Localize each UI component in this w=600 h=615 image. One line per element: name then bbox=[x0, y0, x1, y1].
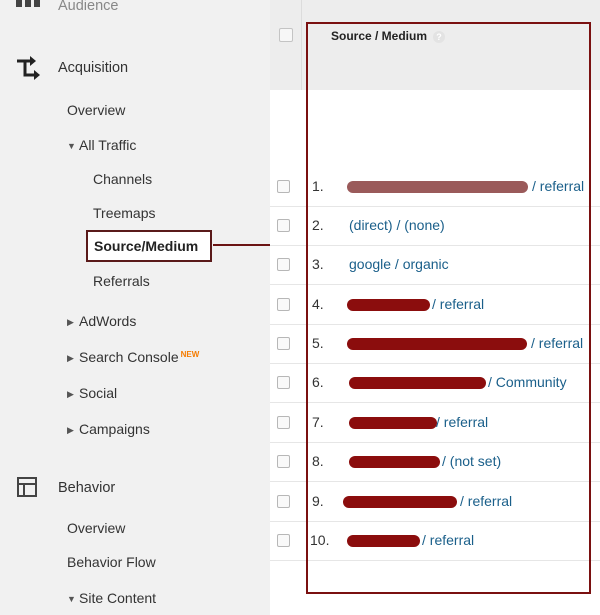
select-all-checkbox[interactable] bbox=[279, 28, 293, 42]
table-row: 1. / referral bbox=[270, 168, 600, 207]
sidebar-item-label: Social bbox=[79, 385, 118, 401]
caret-down-icon: ▼ bbox=[67, 594, 76, 605]
sidebar-item-label: Search Console bbox=[79, 349, 179, 365]
source-medium-link[interactable]: / referral bbox=[460, 493, 512, 509]
row-number: 9. bbox=[312, 493, 324, 509]
source-medium-link[interactable]: / referral bbox=[436, 414, 488, 430]
row-checkbox[interactable] bbox=[277, 416, 290, 429]
caret-right-icon: ▶ bbox=[67, 425, 74, 436]
redaction-mark bbox=[349, 456, 440, 468]
row-checkbox[interactable] bbox=[277, 258, 290, 271]
sidebar-item-channels[interactable]: Channels bbox=[93, 169, 152, 189]
source-medium-link[interactable]: / referral bbox=[531, 335, 583, 351]
redaction-mark bbox=[349, 417, 437, 429]
table-row: 2. (direct) / (none) bbox=[270, 207, 600, 246]
row-checkbox[interactable] bbox=[277, 298, 290, 311]
redaction-mark bbox=[347, 535, 420, 547]
report-table: Source / Medium? 1. / referral 2. (direc… bbox=[270, 0, 600, 615]
sidebar-item-label: Source/Medium bbox=[94, 238, 199, 254]
sidebar-item-source-medium[interactable]: Source/Medium bbox=[86, 230, 212, 262]
row-checkbox[interactable] bbox=[277, 180, 290, 193]
table-row: 10. / referral bbox=[270, 522, 600, 561]
sidebar-item-behavior-overview[interactable]: Overview bbox=[67, 518, 125, 538]
row-divider bbox=[270, 284, 600, 285]
redaction-mark bbox=[349, 377, 486, 389]
row-divider bbox=[270, 481, 600, 482]
table-row: 3. google / organic bbox=[270, 246, 600, 285]
row-number: 10. bbox=[310, 532, 330, 548]
source-medium-link[interactable]: / referral bbox=[432, 296, 484, 312]
sidebar-item-behavior-flow[interactable]: Behavior Flow bbox=[67, 552, 156, 572]
sidebar-item-adwords[interactable]: ▶ AdWords bbox=[67, 311, 136, 332]
row-checkbox[interactable] bbox=[277, 376, 290, 389]
sidebar-item-label: AdWords bbox=[79, 313, 137, 329]
audience-icon bbox=[16, 0, 40, 7]
sidebar-section-label: Audience bbox=[58, 0, 119, 14]
column-header-source-medium[interactable]: Source / Medium? bbox=[331, 29, 446, 43]
sidebar-item-search-console[interactable]: ▶ Search Console NEW bbox=[67, 347, 199, 368]
acquisition-icon bbox=[17, 56, 40, 80]
source-medium-link[interactable]: / (not set) bbox=[442, 453, 501, 469]
row-checkbox[interactable] bbox=[277, 534, 290, 547]
row-number: 6. bbox=[312, 374, 324, 390]
sidebar-item-site-content[interactable]: ▼ Site Content bbox=[67, 588, 156, 609]
row-divider bbox=[270, 560, 600, 561]
source-medium-link[interactable]: / referral bbox=[422, 532, 474, 548]
row-number: 5. bbox=[312, 335, 324, 351]
sidebar-item-all-traffic[interactable]: ▼ All Traffic bbox=[67, 135, 136, 156]
table-row: 5. / referral bbox=[270, 325, 600, 364]
source-medium-link[interactable]: / referral bbox=[532, 178, 584, 194]
row-number: 4. bbox=[312, 296, 324, 312]
row-number: 7. bbox=[312, 414, 324, 430]
sidebar-item-campaigns[interactable]: ▶ Campaigns bbox=[67, 419, 150, 440]
redaction-mark bbox=[347, 299, 430, 311]
help-icon[interactable]: ? bbox=[433, 30, 446, 43]
row-number: 1. bbox=[312, 178, 324, 194]
sidebar-item-social[interactable]: ▶ Social bbox=[67, 383, 117, 404]
redaction-mark bbox=[343, 496, 457, 508]
row-divider bbox=[270, 402, 600, 403]
table-row: 6. / Community bbox=[270, 364, 600, 403]
row-number: 8. bbox=[312, 453, 324, 469]
header-divider bbox=[301, 0, 302, 90]
caret-right-icon: ▶ bbox=[67, 317, 74, 328]
sidebar-section-label: Behavior bbox=[58, 480, 116, 496]
behavior-icon bbox=[17, 477, 37, 497]
row-checkbox[interactable] bbox=[277, 455, 290, 468]
row-number: 2. bbox=[312, 217, 324, 233]
column-header-label: Source / Medium bbox=[331, 29, 428, 43]
sidebar-nav: Audience Acquisition Overview ▼ All Traff… bbox=[0, 0, 270, 615]
source-medium-link[interactable]: / Community bbox=[488, 374, 567, 390]
row-checkbox[interactable] bbox=[277, 219, 290, 232]
sidebar-item-treemaps[interactable]: Treemaps bbox=[93, 203, 156, 223]
table-row: 7. / referral bbox=[270, 404, 600, 443]
sidebar-section-label: Acquisition bbox=[58, 60, 129, 76]
row-checkbox[interactable] bbox=[277, 495, 290, 508]
caret-right-icon: ▶ bbox=[67, 353, 74, 364]
table-row: 8. / (not set) bbox=[270, 443, 600, 482]
source-medium-link[interactable]: google / organic bbox=[349, 256, 449, 272]
caret-right-icon: ▶ bbox=[67, 389, 74, 400]
redaction-mark bbox=[347, 338, 527, 350]
redaction-mark bbox=[347, 181, 528, 193]
table-row: 9. / referral bbox=[270, 483, 600, 522]
table-row: 4. / referral bbox=[270, 286, 600, 325]
sidebar-item-label: Site Content bbox=[79, 590, 157, 606]
source-medium-link[interactable]: (direct) / (none) bbox=[349, 217, 445, 233]
sidebar-item-label: All Traffic bbox=[79, 137, 137, 153]
table-header bbox=[270, 0, 600, 90]
sidebar-item-overview[interactable]: Overview bbox=[67, 100, 125, 120]
row-number: 3. bbox=[312, 256, 324, 272]
caret-down-icon: ▼ bbox=[67, 141, 76, 152]
sidebar-item-label: Campaigns bbox=[79, 421, 150, 437]
sidebar-item-referrals[interactable]: Referrals bbox=[93, 271, 150, 291]
row-checkbox[interactable] bbox=[277, 337, 290, 350]
new-badge: NEW bbox=[180, 350, 200, 359]
